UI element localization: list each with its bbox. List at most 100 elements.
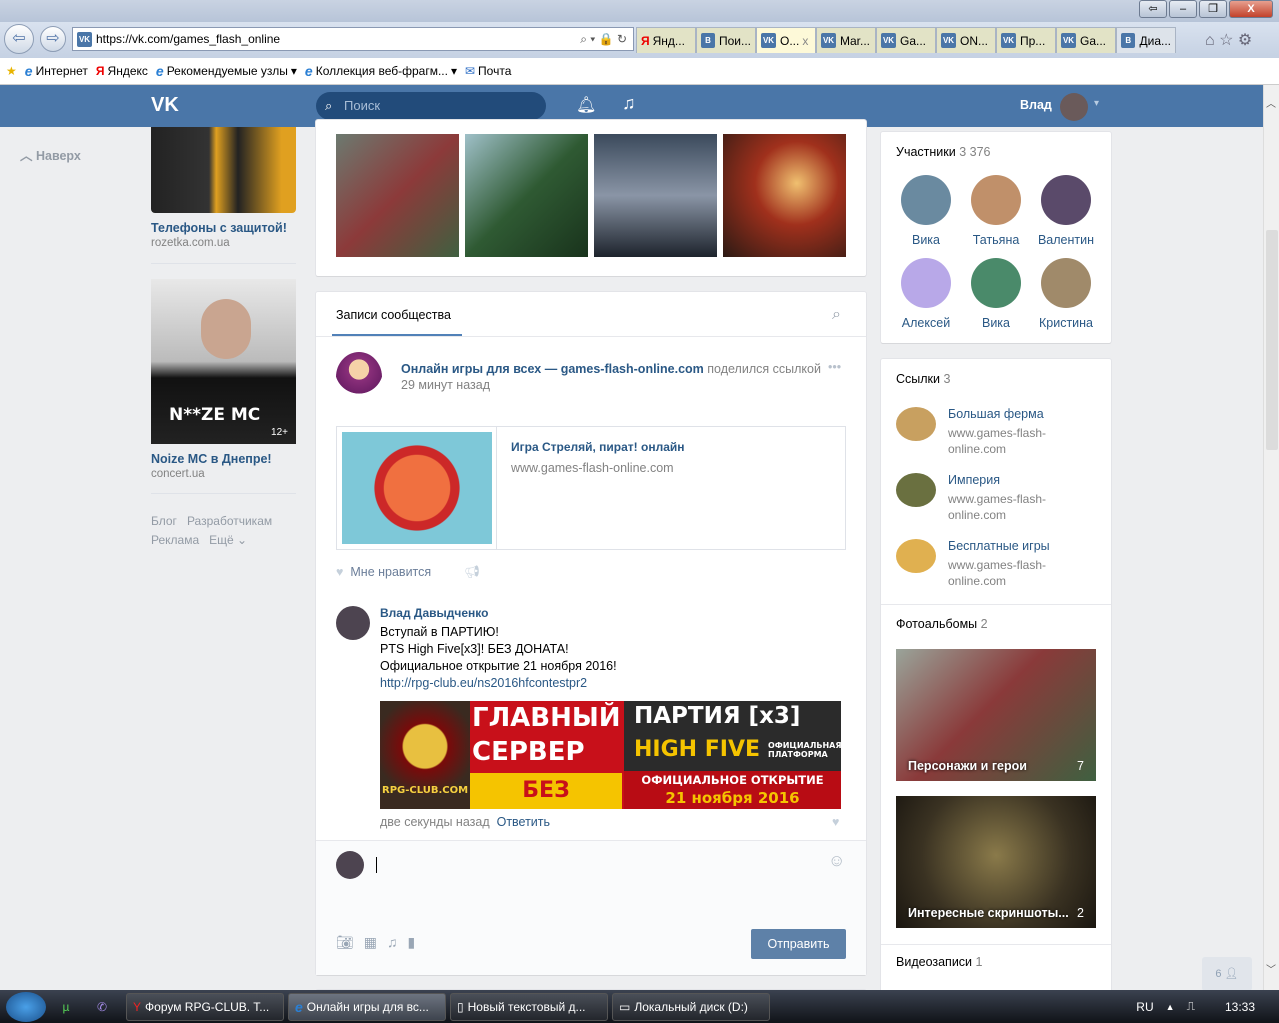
- taskbar-item-active[interactable]: e Онлайн игры для вс...: [288, 992, 446, 1021]
- photo[interactable]: [336, 134, 459, 257]
- back-to-top-link[interactable]: ︿ Наверх: [20, 145, 81, 164]
- album-tile[interactable]: Персонажи и герои 7: [896, 649, 1096, 781]
- close-button[interactable]: X: [1229, 0, 1273, 18]
- tab[interactable]: Я Янд...: [636, 27, 696, 53]
- comment-author[interactable]: Влад Давыдченко: [380, 606, 488, 620]
- search-icon[interactable]: ⌕: [832, 306, 841, 324]
- member-avatar[interactable]: [971, 175, 1021, 225]
- forward-button[interactable]: ⇨: [40, 26, 66, 52]
- friends-online-button[interactable]: 6 👤︎: [1202, 957, 1252, 991]
- commenter-avatar[interactable]: [336, 606, 370, 640]
- link-attachment[interactable]: Игра Стреляй, пират! онлайн www.games-fl…: [336, 426, 846, 550]
- tab[interactable]: VK ON...: [936, 27, 996, 53]
- tab-community-posts[interactable]: Записи сообщества: [336, 308, 451, 322]
- link-title[interactable]: Большая ферма: [948, 407, 1044, 421]
- share-icon[interactable]: 📢︎: [464, 565, 480, 580]
- member-avatar[interactable]: [901, 258, 951, 308]
- user-name[interactable]: Влад: [1020, 98, 1052, 112]
- music-icon[interactable]: ♫: [622, 93, 636, 114]
- taskbar-item[interactable]: Y Форум RPG-CLUB. T...: [126, 992, 284, 1021]
- ad-image-noize[interactable]: N**ZE MC 12+: [151, 279, 296, 444]
- reply-link[interactable]: Ответить: [497, 815, 550, 829]
- member-name[interactable]: Кристина: [1031, 316, 1101, 330]
- member-name[interactable]: Татьяна: [961, 233, 1031, 247]
- members-header[interactable]: Участники 3 376: [896, 145, 990, 159]
- album-tile[interactable]: Интересные скриншоты... 2: [896, 796, 1096, 928]
- send-button[interactable]: Отправить: [751, 929, 846, 959]
- viber-icon[interactable]: ✆: [90, 1000, 114, 1014]
- fav-webslices[interactable]: e Коллекция веб-фрагм... ▾: [305, 63, 457, 79]
- favorites-star-icon[interactable]: ★: [6, 64, 17, 78]
- tab[interactable]: VK Ga...: [876, 27, 936, 53]
- vk-logo[interactable]: VK: [151, 94, 179, 117]
- tab[interactable]: VK Пр...: [996, 27, 1056, 53]
- network-icon[interactable]: ⎍: [1187, 999, 1195, 1014]
- videos-header[interactable]: Видеозаписи 1: [896, 955, 982, 969]
- scroll-down-icon[interactable]: ﹀: [1266, 961, 1276, 976]
- member-avatar[interactable]: [1041, 258, 1091, 308]
- restore-tab-button[interactable]: ⇦: [1139, 0, 1167, 18]
- member-name[interactable]: Вика: [961, 316, 1031, 330]
- home-star-gear-icons[interactable]: ⌂ ☆ ⚙: [1205, 30, 1252, 50]
- address-bar[interactable]: VK https://vk.com/games_flash_online ⌕ ▾…: [72, 27, 634, 51]
- member-name[interactable]: Алексей: [891, 316, 961, 330]
- user-avatar[interactable]: [1060, 93, 1088, 121]
- attach-icons[interactable]: 📷︎▦♫▮: [336, 934, 425, 951]
- member-name[interactable]: Вика: [891, 233, 961, 247]
- fav-yandex[interactable]: Я Яндекс: [96, 64, 148, 78]
- link-title[interactable]: Бесплатные игры: [948, 539, 1050, 553]
- member-name[interactable]: Валентин: [1031, 233, 1101, 247]
- link-title[interactable]: Империя: [948, 473, 1000, 487]
- chevron-down-icon[interactable]: ▾: [1094, 98, 1099, 109]
- tray-arrow-icon[interactable]: ▲: [1166, 1002, 1175, 1012]
- search-refresh-icons[interactable]: ⌕ ▾ 🔒 ↻: [580, 32, 627, 47]
- utorrent-icon[interactable]: µ: [54, 1000, 78, 1014]
- post-time[interactable]: 29 минут назад: [401, 378, 490, 392]
- back-button[interactable]: ⇦: [4, 24, 34, 54]
- scroll-up-icon[interactable]: ︿: [1266, 95, 1276, 110]
- footer-link[interactable]: Ещё: [209, 533, 234, 547]
- member-avatar[interactable]: [971, 258, 1021, 308]
- link-title[interactable]: Игра Стреляй, пират! онлайн: [511, 440, 685, 454]
- tab[interactable]: VK Mar...: [816, 27, 876, 53]
- more-icon[interactable]: •••: [828, 360, 841, 374]
- albums-header[interactable]: Фотоальбомы 2: [896, 617, 988, 631]
- ad-image-phones[interactable]: [151, 127, 296, 213]
- tab[interactable]: VK Ga...: [1056, 27, 1116, 53]
- scrollbar[interactable]: ︿ ﹀: [1263, 85, 1279, 990]
- heart-icon[interactable]: ♥: [832, 815, 839, 829]
- bell-icon[interactable]: 🔔︎: [576, 95, 596, 115]
- comment-input[interactable]: [376, 857, 816, 873]
- clock[interactable]: 13:33: [1225, 1000, 1255, 1014]
- photo[interactable]: [594, 134, 717, 257]
- taskbar-item[interactable]: ▭ Локальный диск (D:): [612, 992, 770, 1021]
- ad-title[interactable]: Телефоны с защитой!: [151, 221, 287, 235]
- member-avatar[interactable]: [1041, 175, 1091, 225]
- footer-link[interactable]: Разработчикам: [187, 514, 272, 528]
- start-button[interactable]: [6, 991, 46, 1022]
- language-indicator[interactable]: RU: [1136, 1000, 1153, 1014]
- footer-link[interactable]: Блог: [151, 514, 177, 528]
- maximize-button[interactable]: ❐: [1199, 0, 1227, 18]
- photo[interactable]: [465, 134, 588, 257]
- link-icon[interactable]: [896, 407, 936, 441]
- comment-link[interactable]: http://rpg-club.eu/ns2016hfcontestpr2: [380, 675, 617, 692]
- tab[interactable]: B Диа...: [1116, 27, 1176, 53]
- scrollbar-thumb[interactable]: [1266, 230, 1278, 450]
- photo[interactable]: [723, 134, 846, 257]
- links-header[interactable]: Ссылки 3: [896, 372, 950, 386]
- footer-link[interactable]: Реклама: [151, 533, 199, 547]
- taskbar-item[interactable]: ▯ Новый текстовый д...: [450, 992, 608, 1021]
- post-author[interactable]: Онлайн игры для всех — games-flash-onlin…: [401, 362, 704, 376]
- emoji-icon[interactable]: ☺: [828, 851, 845, 871]
- link-icon[interactable]: [896, 473, 936, 507]
- banner-image[interactable]: RPG-CLUB.COM ГЛАВНЫЙСЕРВЕР БЕЗ ДОНАТА ПА…: [380, 701, 841, 809]
- community-avatar[interactable]: [336, 352, 382, 402]
- minimize-button[interactable]: –: [1169, 0, 1197, 18]
- tab-active[interactable]: VK О... x: [756, 27, 816, 53]
- member-avatar[interactable]: [901, 175, 951, 225]
- ad-title[interactable]: Noize MC в Днепре!: [151, 452, 272, 466]
- tab[interactable]: B Пои...: [696, 27, 756, 53]
- fav-recommended[interactable]: e Рекомендуемые узлы ▾: [156, 63, 297, 79]
- fav-internet[interactable]: e Интернет: [25, 63, 88, 79]
